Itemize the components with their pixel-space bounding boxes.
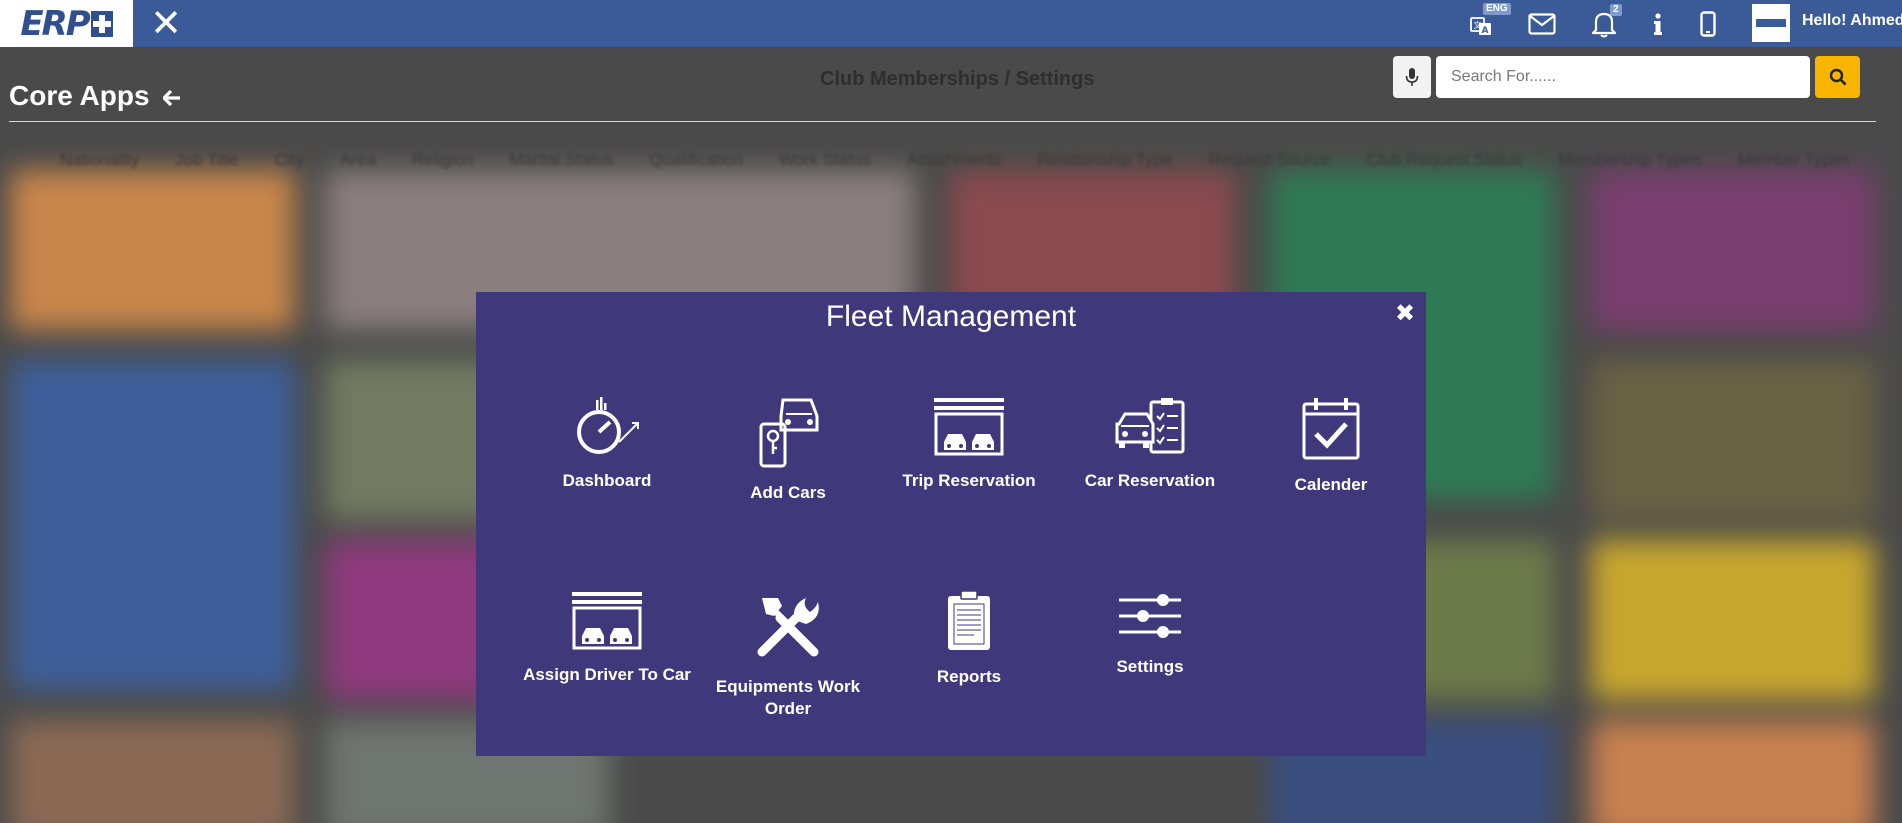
background-breadcrumb: Club Memberships / Settings [820, 68, 1095, 90]
svg-text:文: 文 [1474, 20, 1482, 30]
modal-title: Fleet Management [825, 300, 1077, 333]
garage-icon [934, 398, 1004, 456]
background-tab: Marital Status [509, 150, 614, 169]
clipboard-icon [948, 590, 990, 650]
garage-icon [572, 592, 642, 650]
calendar-check-icon [1302, 398, 1360, 460]
car-key-icon [759, 398, 819, 468]
app-calender[interactable]: Calender [1241, 396, 1421, 496]
modal-close-icon[interactable]: ✖ [1394, 301, 1416, 325]
app-assign-driver-to-car[interactable]: Assign Driver To Car [517, 590, 697, 686]
background-tab: Attachments [907, 150, 1002, 169]
background-tab: Relationship Type [1037, 150, 1173, 169]
background-tab: Member Types [1737, 150, 1850, 169]
background-tab: Membership Types [1558, 150, 1702, 169]
fleet-management-modal: Fleet Management ✖ Dashboard Add Cars Tr… [476, 292, 1426, 756]
notification-badge: 2 [1610, 4, 1622, 16]
background-tab: Request Source [1208, 150, 1331, 169]
background-tabs: Nationality Job Title City Area Religion Mari… [60, 150, 1850, 170]
background-tab: Nationality [60, 150, 140, 169]
search-button[interactable] [1815, 56, 1860, 98]
top-bar: ERP ✕ A文 ENG 2 Hello! Ahmed [0, 0, 1902, 47]
app-dashboard[interactable]: Dashboard [517, 396, 697, 492]
back-arrow-icon[interactable] [162, 86, 181, 114]
car-checklist-icon [1115, 398, 1185, 454]
erp-logo[interactable]: ERP [0, 0, 133, 47]
microphone-icon [1405, 68, 1419, 86]
background-tab: Religion [411, 150, 474, 169]
app-reports[interactable]: Reports [879, 590, 1059, 688]
background-tab: Qualification [649, 150, 743, 169]
avatar[interactable] [1752, 4, 1790, 42]
app-car-reservation[interactable]: Car Reservation [1060, 396, 1240, 492]
background-tab: Job Title [175, 150, 239, 169]
tools-icon [757, 598, 819, 657]
core-apps-title: Core Apps [9, 80, 150, 111]
translate-icon[interactable]: A文 ENG [1466, 3, 1511, 39]
background-tab: Club Request Status [1366, 150, 1523, 169]
search-input[interactable] [1436, 56, 1810, 98]
background-tab: Work Status [778, 150, 872, 169]
sliders-icon [1119, 594, 1181, 638]
mail-icon[interactable] [1526, 9, 1558, 39]
close-menu-icon[interactable]: ✕ [148, 4, 184, 42]
svg-text:A: A [1482, 26, 1489, 36]
app-add-cars[interactable]: Add Cars [698, 396, 878, 504]
mobile-icon[interactable] [1692, 9, 1724, 39]
greeting[interactable]: Hello! Ahmed [1802, 12, 1902, 30]
search-icon [1829, 68, 1846, 86]
language-badge: ENG [1483, 3, 1511, 15]
speedometer-icon [577, 397, 639, 454]
app-settings[interactable]: Settings [1060, 590, 1240, 678]
divider [9, 121, 1876, 122]
microphone-button[interactable] [1393, 56, 1431, 98]
info-icon[interactable] [1642, 9, 1674, 39]
bell-icon[interactable]: 2 [1588, 4, 1622, 39]
background-tab: City [274, 150, 304, 169]
background-tab: Area [339, 150, 376, 169]
app-trip-reservation[interactable]: Trip Reservation [879, 396, 1059, 492]
app-equipments-work-order[interactable]: Equipments Work Order [698, 590, 878, 720]
